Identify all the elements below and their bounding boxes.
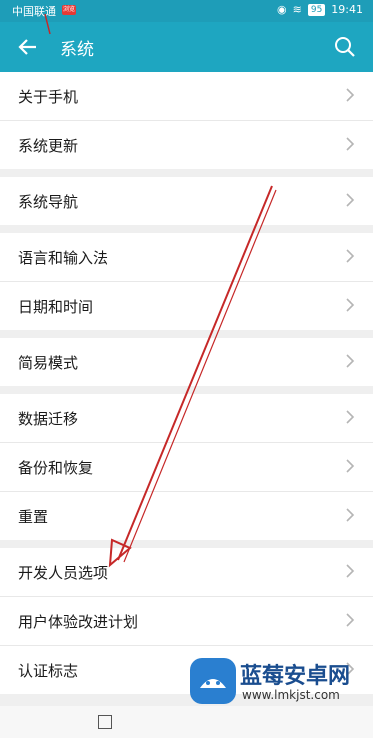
chevron-right-icon: [346, 508, 355, 522]
list-item-backup-restore[interactable]: 备份和恢复: [0, 443, 373, 492]
settings-group: 系统导航: [0, 177, 373, 225]
chevron-right-icon: [346, 298, 355, 312]
watermark-name: 蓝莓安卓网: [240, 664, 351, 689]
status-icons: ◉ ≋ 95 19:41: [277, 3, 363, 16]
list-item-label: 日期和时间: [18, 298, 94, 316]
battery-level: 95: [307, 3, 326, 16]
chevron-right-icon: [346, 249, 355, 263]
list-item-system-navigation[interactable]: 系统导航: [0, 177, 373, 225]
eye-icon: ◉: [277, 3, 287, 16]
list-item-developer-options[interactable]: 开发人员选项: [0, 548, 373, 597]
recent-apps-button[interactable]: [98, 715, 112, 729]
list-item-simple-mode[interactable]: 简易模式: [0, 338, 373, 386]
chevron-right-icon: [346, 193, 355, 207]
list-item-label: 系统更新: [18, 137, 79, 155]
site-watermark: 蓝莓安卓网 www.lmkjst.com: [190, 654, 373, 714]
list-item-date-time[interactable]: 日期和时间: [0, 282, 373, 330]
list-item-label: 数据迁移: [18, 410, 79, 428]
android-logo-icon: [190, 658, 236, 704]
settings-group: 数据迁移 备份和恢复 重置: [0, 394, 373, 540]
chevron-right-icon: [346, 459, 355, 473]
chevron-right-icon: [346, 88, 355, 102]
list-item-reset[interactable]: 重置: [0, 492, 373, 540]
list-item-label: 关于手机: [18, 88, 79, 106]
settings-group: 语言和输入法 日期和时间: [0, 233, 373, 330]
list-item-label: 开发人员选项: [18, 564, 109, 582]
carrier-badge: 浏览: [62, 5, 76, 15]
chevron-right-icon: [346, 354, 355, 368]
clock: 19:41: [331, 3, 363, 16]
page-title: 系统: [60, 40, 94, 60]
list-item-label: 系统导航: [18, 193, 79, 211]
settings-group: 简易模式: [0, 338, 373, 386]
list-item-user-experience[interactable]: 用户体验改进计划: [0, 597, 373, 646]
chevron-right-icon: [346, 410, 355, 424]
list-item-label: 简易模式: [18, 354, 79, 372]
list-item-label: 用户体验改进计划: [18, 613, 139, 631]
wifi-icon: ≋: [292, 3, 302, 16]
chevron-right-icon: [346, 564, 355, 578]
list-item-label: 备份和恢复: [18, 459, 94, 477]
list-item-data-migration[interactable]: 数据迁移: [0, 394, 373, 443]
status-bar: 中国联通 浏览 ◉ ≋ 95 19:41: [0, 0, 373, 22]
chevron-right-icon: [346, 137, 355, 151]
list-item-label: 语言和输入法: [18, 249, 109, 267]
list-item-label: 重置: [18, 508, 49, 526]
list-item-label: 认证标志: [18, 662, 79, 680]
carrier-name: 中国联通: [12, 5, 56, 18]
chevron-right-icon: [346, 613, 355, 627]
app-bar: 系统: [0, 22, 373, 72]
settings-group: 关于手机 系统更新: [0, 72, 373, 169]
search-icon[interactable]: [333, 35, 357, 59]
back-arrow-icon[interactable]: [16, 35, 40, 59]
settings-list: 关于手机 系统更新 系统导航 语言和输入法 日期和时间 简易模式 数据迁移 备份…: [0, 72, 373, 702]
watermark-url: www.lmkjst.com: [242, 688, 340, 702]
list-item-language-input[interactable]: 语言和输入法: [0, 233, 373, 282]
list-item-about-phone[interactable]: 关于手机: [0, 72, 373, 121]
list-item-system-update[interactable]: 系统更新: [0, 121, 373, 169]
